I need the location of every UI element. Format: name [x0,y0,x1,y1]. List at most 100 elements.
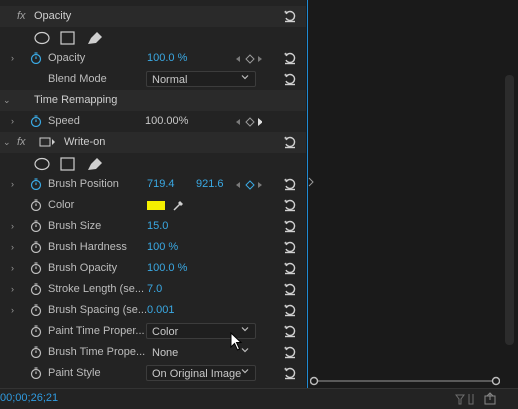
stopwatch-icon[interactable] [30,325,42,337]
property-row-paint-style: Paint Style On Original Image [0,363,306,384]
property-label: Color [48,199,75,211]
property-row-brush-hardness[interactable]: › Brush Hardness 100 % [0,237,306,258]
section-title: Opacity [34,10,72,22]
chevron-down-icon[interactable]: ⌄ [3,132,11,153]
reset-icon[interactable] [283,366,297,380]
property-label: Paint Style [48,367,101,379]
chevron-right-icon[interactable]: › [11,48,19,69]
eyedropper-icon[interactable] [172,198,186,212]
opacity-value[interactable]: 100.0 % [147,48,187,69]
rectangle-mask-icon[interactable] [60,31,75,45]
property-label: Blend Mode [48,73,107,85]
filter-icon[interactable] [455,394,465,405]
pen-mask-icon[interactable] [88,158,102,170]
zoom-handle-left[interactable] [310,376,319,386]
stopwatch-icon[interactable] [30,283,42,295]
ellipse-mask-icon[interactable] [34,157,50,171]
chevron-down-icon [241,75,249,80]
chevron-right-icon[interactable]: › [11,237,19,258]
reset-icon[interactable] [283,345,297,359]
footer-bar: 00;00;26;21 [0,388,518,409]
keyframe-nav[interactable] [232,54,262,64]
property-row-blend-mode: Blend Mode Normal [0,69,306,90]
chevron-right-icon[interactable]: › [11,111,19,132]
keyframe-nav[interactable] [232,117,262,127]
brush-hardness-value[interactable]: 100 % [147,237,178,258]
property-label: Opacity [48,52,86,64]
timecode[interactable]: 00;00;26;21 [0,392,58,404]
time-remapping-section-header[interactable]: ⌄ Time Remapping [0,90,306,111]
dropdown-value: Normal [152,74,188,86]
speed-value[interactable]: 100.00% [145,111,188,132]
reset-icon[interactable] [283,303,297,317]
property-row-color[interactable]: Color [0,195,306,216]
property-row-opacity[interactable]: › Opacity 100.0 % [0,48,306,69]
property-label: Brush Hardness [48,241,127,253]
reset-icon[interactable] [283,51,297,65]
timeline-area[interactable] [307,0,518,388]
reset-icon[interactable] [283,261,297,275]
pen-mask-icon[interactable] [88,32,102,44]
property-row-stroke-length[interactable]: › Stroke Length (se... 7.0 [0,279,306,300]
property-row-brush-spacing[interactable]: › Brush Spacing (se... 0.001 [0,300,306,321]
reset-icon[interactable] [283,240,297,254]
property-row-speed[interactable]: › Speed 100.00% [0,111,306,132]
property-label: Brush Size [48,220,102,232]
brush-opacity-value[interactable]: 100.0 % [147,258,187,279]
keyframe-marker[interactable] [308,177,316,187]
brush-position-x[interactable]: 719.4 [147,174,175,195]
stroke-length-value[interactable]: 7.0 [147,279,162,300]
paint-style-dropdown[interactable]: On Original Image [146,365,256,381]
zoom-handle-right[interactable] [491,376,500,386]
write-on-section-header[interactable]: ⌄ fx Write-on [0,132,306,153]
dropdown-value: On Original Image [152,368,242,380]
keyframe-nav[interactable] [232,180,262,190]
brush-position-y[interactable]: 921.6 [196,174,224,195]
stopwatch-icon[interactable] [30,241,42,253]
reset-icon[interactable] [283,219,297,233]
reset-icon[interactable] [283,324,297,338]
reset-icon[interactable] [283,282,297,296]
brush-spacing-value[interactable]: 0.001 [147,300,175,321]
chevron-right-icon[interactable]: › [11,279,19,300]
opacity-mask-tools [0,27,306,48]
chevron-right-icon[interactable]: › [11,216,19,237]
stopwatch-icon[interactable] [30,304,42,316]
zoom-scrollbar[interactable] [310,376,500,386]
chevron-down-icon[interactable]: ⌄ [3,90,11,111]
reset-icon[interactable] [283,72,297,86]
rectangle-mask-icon[interactable] [60,157,75,171]
stopwatch-icon[interactable] [30,115,42,127]
vertical-scrollbar[interactable] [505,75,514,345]
property-row-brush-size[interactable]: › Brush Size 15.0 [0,216,306,237]
play-audio-icon[interactable] [468,394,474,405]
opacity-section-header[interactable]: fx Opacity [0,6,306,27]
stopwatch-icon[interactable] [30,178,42,190]
property-row-brush-position[interactable]: › Brush Position 719.4 921.6 [0,174,306,195]
footer-tools [455,392,496,405]
blend-mode-dropdown[interactable]: Normal [146,71,256,87]
fx-badge[interactable]: fx [17,132,26,153]
property-row-paint-time: Paint Time Proper... Color [0,321,306,342]
reset-icon[interactable] [283,198,297,212]
chevron-right-icon[interactable]: › [11,300,19,321]
brush-size-value[interactable]: 15.0 [147,216,168,237]
stopwatch-icon[interactable] [30,346,42,358]
stopwatch-icon[interactable] [30,262,42,274]
reset-icon[interactable] [283,177,297,191]
property-label: Brush Opacity [48,262,118,274]
reset-icon[interactable] [283,135,297,149]
ellipse-mask-icon[interactable] [34,31,50,45]
chevron-right-icon[interactable]: › [11,174,19,195]
color-swatch[interactable] [147,201,165,210]
stopwatch-icon[interactable] [30,52,42,64]
stopwatch-icon[interactable] [30,367,42,379]
property-row-brush-opacity[interactable]: › Brush Opacity 100.0 % [0,258,306,279]
stopwatch-icon[interactable] [30,199,42,211]
property-label: Brush Spacing (se... [48,304,148,316]
reset-icon[interactable] [283,9,297,23]
export-icon[interactable] [484,392,496,405]
stopwatch-icon[interactable] [30,220,42,232]
chevron-right-icon[interactable]: › [11,258,19,279]
fx-badge[interactable]: fx [17,6,26,27]
